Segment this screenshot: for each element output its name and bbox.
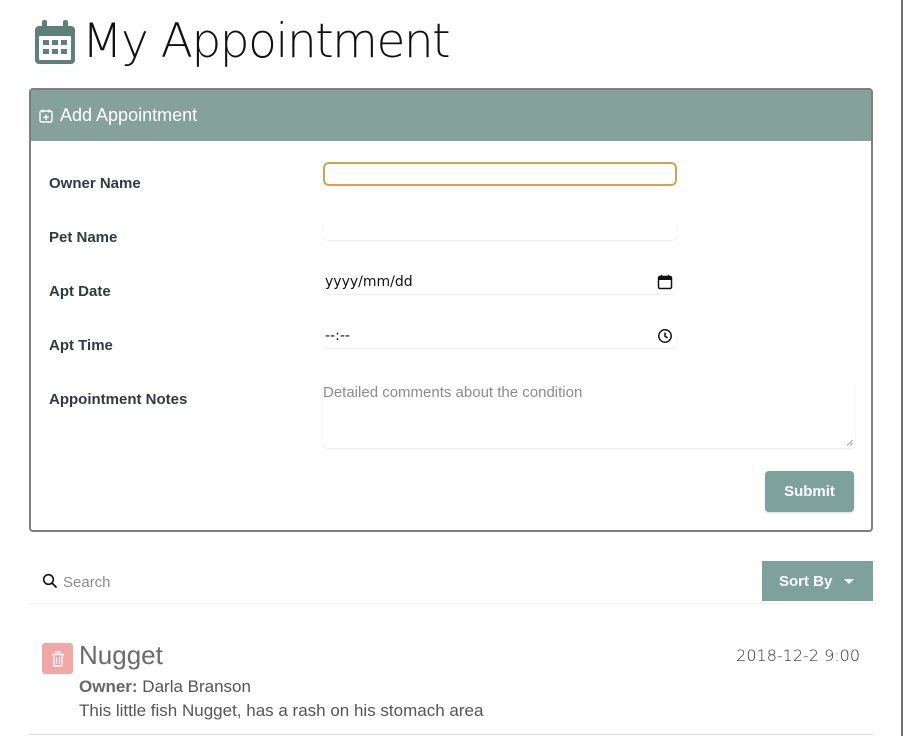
owner-line: Owner: Darla Branson [79,677,251,697]
apt-time-value: --:-- [325,328,350,344]
appointment-datetime: 2018-12-2 9:00 [736,646,860,665]
apt-date-value: yyyy/mm/dd [325,274,413,290]
resize-grip-icon[interactable] [846,439,853,446]
list-divider [29,734,873,735]
owner-name-label: Owner Name [49,175,141,192]
search-bar: Search Sort By [29,561,873,603]
clock-icon[interactable] [657,328,673,344]
apt-date-label: Apt Date [49,283,111,300]
apt-time-label: Apt Time [49,337,113,354]
sort-by-dropdown[interactable]: Sort By [762,561,873,601]
sort-by-label: Sort By [779,572,833,590]
appointment-notes-textarea[interactable]: Detailed comments about the condition [323,380,855,448]
app-header: My Appointment [34,14,451,70]
window-edge [901,0,903,736]
search-icon [42,573,57,588]
owner-label: Owner: [79,677,138,696]
appointment-notes-placeholder: Detailed comments about the condition [323,384,583,401]
search-placeholder: Search [63,573,111,591]
calendar-plus-icon [39,109,53,123]
add-appointment-card: Add Appointment Owner Name Pet Name Apt … [29,88,873,532]
pet-name-label: Pet Name [49,229,118,246]
appointment-notes-label: Appointment Notes [49,391,188,408]
caret-down-icon [844,578,855,584]
add-appointment-title: Add Appointment [60,105,198,125]
submit-button[interactable]: Submit [765,471,854,512]
calendar-icon [35,20,75,64]
calendar-picker-icon[interactable] [657,274,673,290]
page-title: My Appointment [82,14,451,69]
pet-name: Nugget [79,640,163,670]
delete-appointment-button[interactable] [42,643,73,674]
trash-icon [51,650,64,667]
search-input[interactable]: Search [63,570,663,594]
owner-name: Darla Branson [142,677,251,696]
owner-name-input[interactable] [323,162,677,186]
appointment-notes: This little fish Nugget, has a rash on h… [79,701,484,720]
add-appointment-toggle[interactable]: Add Appointment [31,90,871,141]
apt-date-input[interactable]: yyyy/mm/dd [323,270,677,294]
appointment-list-item: Nugget 2018-12-2 9:00 Owner: Darla Brans… [29,626,873,736]
apt-time-input[interactable]: --:-- [323,324,677,348]
pet-name-input[interactable] [323,216,677,240]
app-page: My Appointment Add Appointment Owner Nam… [0,0,904,736]
